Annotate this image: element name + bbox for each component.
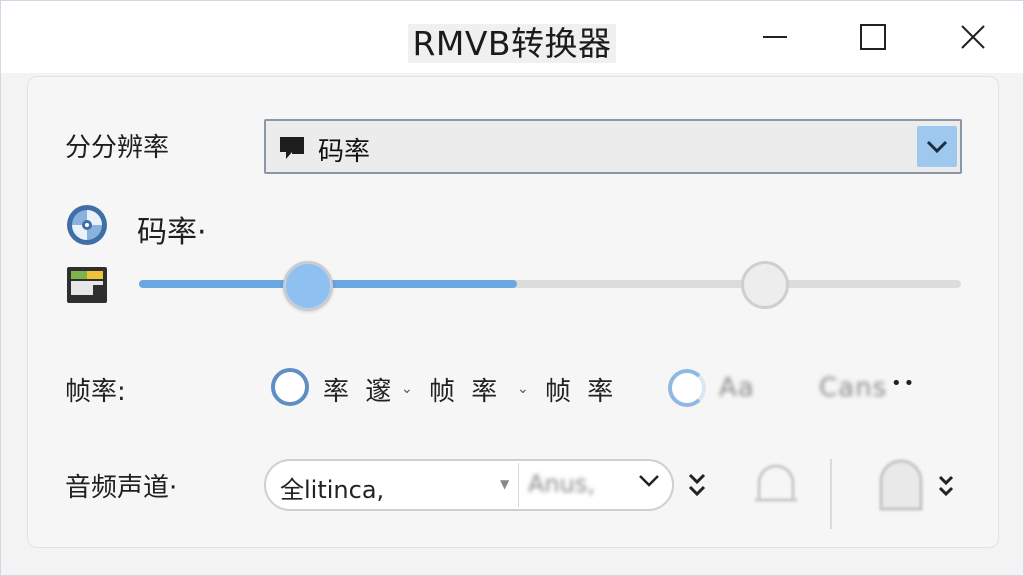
converter-window: RMVB转换器 分分辨率 码率 码率· 帧率: 率 邃 ⌄ 帧 率 ⌄ 帧 率 … [0, 0, 1024, 576]
audio-channel-label: 音频声道· [65, 473, 178, 503]
bitrate-slider-track[interactable] [139, 280, 961, 288]
minimize-icon [763, 36, 787, 38]
framerate-label: 帧率: [65, 377, 126, 407]
framerate-option-blurred-a[interactable]: Aa [719, 373, 755, 403]
framerate-option-1[interactable]: 率 邃 [323, 371, 395, 408]
combo-divider [518, 463, 519, 507]
chevron-down-icon [926, 140, 948, 153]
double-chevron-down-icon[interactable] [687, 471, 707, 505]
bell-icon[interactable] [753, 461, 799, 509]
resolution-dropdown[interactable]: 码率 [264, 119, 962, 174]
bitrate-slider-secondary-thumb[interactable] [741, 261, 789, 309]
framerate-option-2[interactable]: 帧 率 [429, 371, 501, 408]
dropdown-arrow-button[interactable] [917, 126, 957, 167]
audio-channel-combo[interactable]: 全litinca, ▼ Anus, [264, 459, 674, 511]
shield-icon[interactable] [877, 459, 925, 517]
chevron-down-icon[interactable] [638, 473, 660, 492]
screen-icon [278, 133, 308, 167]
bitrate-label: 码率· [137, 215, 207, 250]
framerate-radio-2[interactable] [668, 369, 706, 407]
close-button[interactable] [943, 9, 1003, 65]
caret-down-icon[interactable]: ▼ [500, 477, 509, 491]
resolution-dropdown-value: 码率 [318, 137, 371, 167]
framerate-option-3[interactable]: 帧 率 [545, 371, 617, 408]
disc-icon [65, 203, 109, 251]
close-icon [961, 25, 985, 49]
folder-icon [65, 263, 109, 309]
framerate-radio-1[interactable] [271, 368, 309, 406]
audio-combo-left-value: 全litinca, [280, 476, 385, 504]
bitrate-slider-thumb[interactable] [283, 261, 333, 311]
framerate-option-blurred-b[interactable]: Cans [819, 373, 887, 403]
chevron-down-icon: ⌄ [517, 381, 529, 397]
chevron-down-icon: ⌄ [401, 381, 413, 397]
double-chevron-down-icon[interactable] [937, 473, 955, 505]
minimize-button[interactable] [745, 9, 805, 65]
toolbar-divider [830, 459, 832, 529]
maximize-button[interactable] [843, 9, 903, 65]
more-options-icon[interactable]: •• [891, 373, 916, 394]
title-bar: RMVB转换器 [1, 1, 1023, 73]
audio-combo-right-value: Anus, [528, 470, 595, 498]
maximize-icon [860, 24, 886, 50]
resolution-label: 分分辨率 [65, 133, 170, 163]
